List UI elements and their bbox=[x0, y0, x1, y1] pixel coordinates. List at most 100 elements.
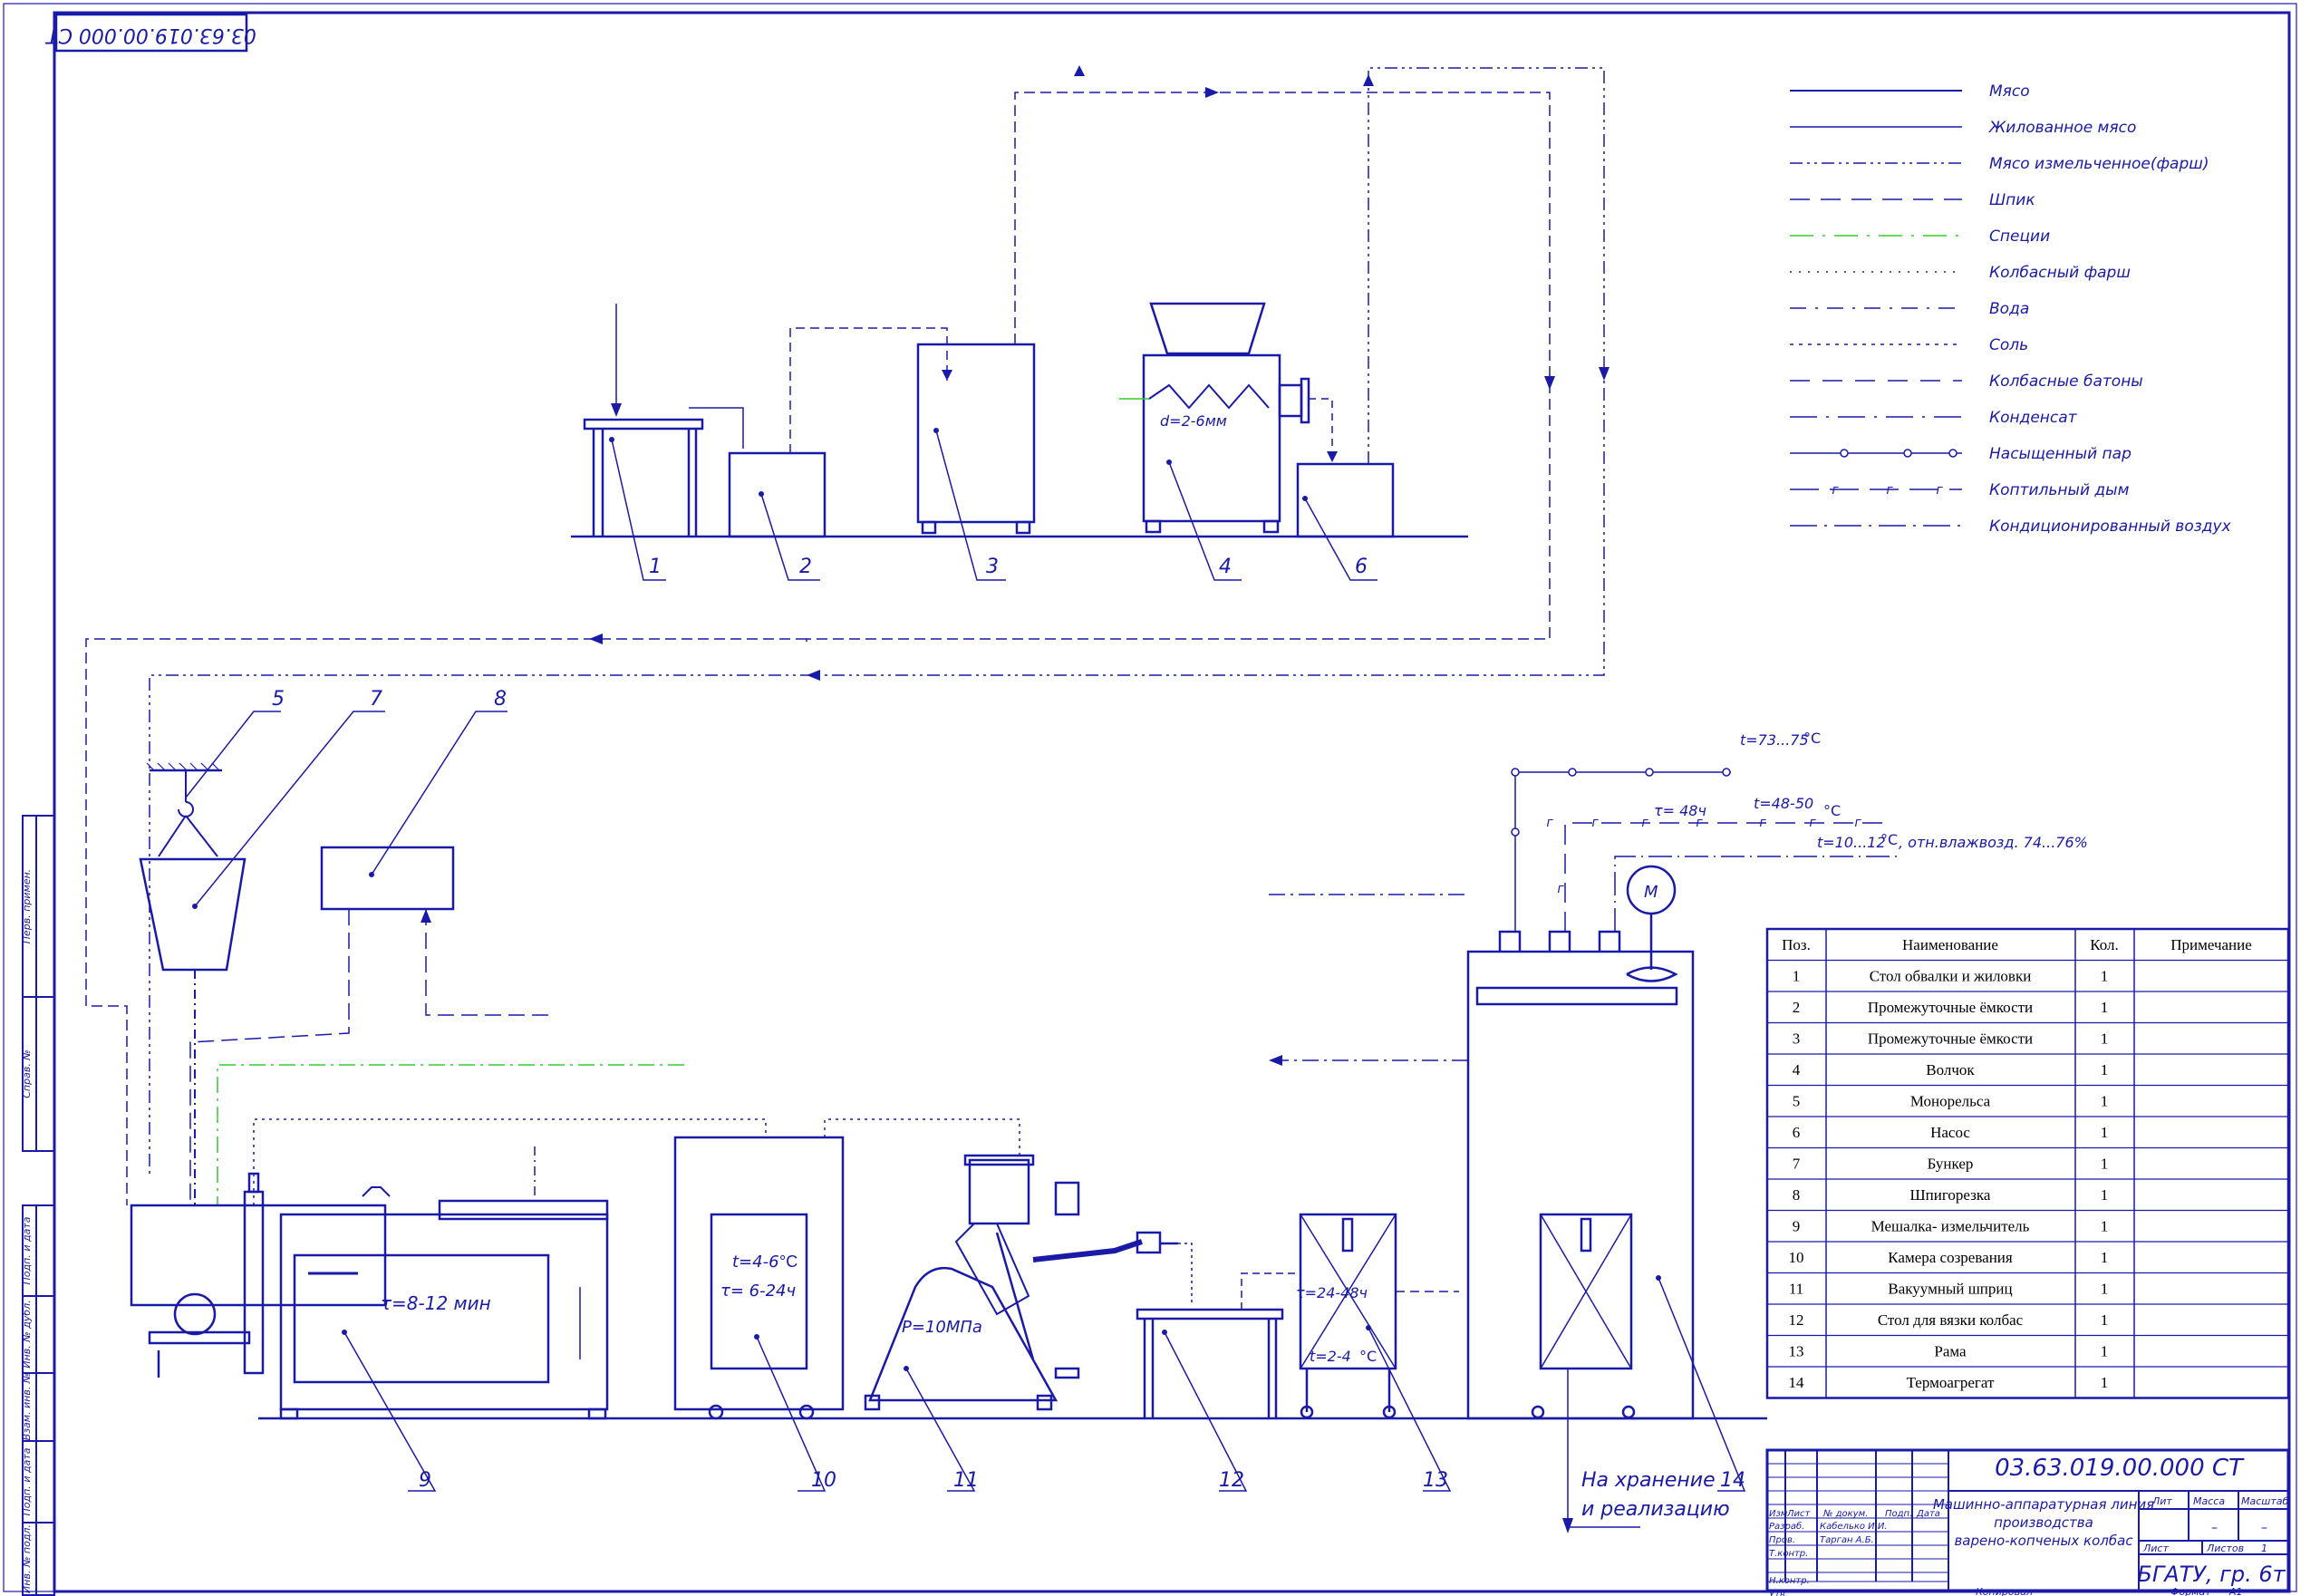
legend-label: Соль bbox=[1989, 336, 2028, 354]
equipment-number-6: 6 bbox=[1355, 556, 1368, 578]
legend: Мясо Жилованное мясо Мясо измельченное(фар… bbox=[1790, 82, 2232, 536]
equipment-number-2: 2 bbox=[799, 556, 812, 578]
grinder-diameter-label: d=2-6мм bbox=[1160, 412, 1227, 430]
legend-label: Насыщенный пар bbox=[1989, 445, 2132, 463]
equipment-number-5: 5 bbox=[272, 688, 285, 711]
intermediate-container-3 bbox=[916, 343, 1036, 535]
title-code: 03.63.019.00.000 СТ bbox=[1995, 1455, 2245, 1482]
spec-table-cell: 8 bbox=[1793, 1186, 1801, 1204]
title-name: Кабелько И.И. bbox=[1820, 1521, 1888, 1532]
spec-table-cell: Бункер bbox=[1928, 1156, 1974, 1173]
title-line-1: Машинно-аппаратурная линия bbox=[1933, 1496, 2154, 1513]
legend-label: Коптильный дым bbox=[1989, 481, 2130, 499]
smoke-gas-mark: г bbox=[1546, 816, 1553, 830]
tying-table bbox=[1136, 1243, 1296, 1418]
spec-table-cell: 1 bbox=[2101, 1030, 2109, 1048]
equipment-number-9: 9 bbox=[419, 1469, 431, 1492]
legend-gas-mark: г bbox=[1886, 483, 1893, 498]
equipment-number-12: 12 bbox=[1219, 1469, 1244, 1492]
spec-table-cell: 1 bbox=[2101, 968, 2109, 985]
spec-table-header: Поз. bbox=[1782, 936, 1811, 953]
title-change-header-cell: Подп. bbox=[1885, 1509, 1912, 1519]
mixer-grinder bbox=[130, 1172, 609, 1420]
legend-label: Кондиционированный воздух bbox=[1989, 517, 2232, 536]
maturation-chamber bbox=[673, 1136, 845, 1420]
spec-table-cell: Камера созревания bbox=[1888, 1249, 2013, 1266]
smoke-temp-label: t=48-50 bbox=[1754, 795, 1813, 812]
spec-table-cell: Монорельса bbox=[1910, 1093, 1991, 1110]
transfer-line-2-3 bbox=[789, 327, 948, 453]
legend-label: Конденсат bbox=[1989, 409, 2078, 427]
title-line-2: производства bbox=[1994, 1514, 2093, 1531]
rack-time-label: τ=24-48ч bbox=[1296, 1284, 1368, 1301]
legend-item: Насыщенный пар bbox=[1790, 445, 2132, 463]
spec-table-cell: 5 bbox=[1793, 1093, 1801, 1110]
legend-item: Соль bbox=[1790, 336, 2028, 354]
legend-steam-dot bbox=[1903, 449, 1912, 458]
format-label: Формат bbox=[2170, 1586, 2211, 1596]
legend-item: Вода bbox=[1790, 300, 2029, 318]
title-massa: Масса bbox=[2193, 1495, 2225, 1507]
legend-item: Шпик bbox=[1790, 191, 2035, 209]
sausage-mince-line-2 bbox=[824, 1118, 1020, 1160]
rack-temp-label: t=2-4 bbox=[1310, 1348, 1351, 1365]
title-massa-value: – bbox=[2211, 1521, 2218, 1535]
rack-temp-unit: °С bbox=[1359, 1348, 1377, 1365]
equipment-number-8: 8 bbox=[494, 688, 507, 711]
title-masshtab-value: – bbox=[2261, 1521, 2267, 1535]
legend-label: Колбасные батоны bbox=[1989, 372, 2143, 391]
smoking-rack bbox=[1299, 1213, 1459, 1419]
air-temp-unit: °С bbox=[1880, 831, 1898, 848]
equipment-number-13: 13 bbox=[1423, 1469, 1448, 1492]
title-masshtab: Масштаб bbox=[2241, 1495, 2288, 1507]
spec-table-header: Кол. bbox=[2090, 936, 2119, 953]
legend-gas-mark: г bbox=[1936, 483, 1943, 498]
fat-slicer bbox=[189, 846, 553, 1205]
title-listov: Листов bbox=[2206, 1543, 2244, 1554]
exhaust-arrow bbox=[1269, 1055, 1282, 1066]
boning-table bbox=[583, 304, 704, 537]
title-role: Утв. bbox=[1769, 1590, 1788, 1596]
side-stamp-label: Справ. № bbox=[21, 1049, 33, 1098]
side-stamp-label: Инв. № дубл. bbox=[21, 1300, 33, 1368]
sausage-mince-line bbox=[253, 1118, 767, 1205]
spec-table-cell: 1 bbox=[2101, 1374, 2109, 1391]
smoke-temp-unit: °С bbox=[1823, 802, 1841, 819]
monorail-hopper bbox=[139, 762, 246, 1205]
steam-temp-label: t=73...75 bbox=[1740, 731, 1809, 749]
smoke-gas-mark: г bbox=[1591, 816, 1599, 830]
legend-item: Колбасный фарш bbox=[1790, 264, 2131, 282]
top-leader-dots bbox=[609, 428, 1308, 501]
side-stamp-label: Взам. инв. № bbox=[21, 1373, 33, 1441]
title-role: Н.контр. bbox=[1769, 1576, 1810, 1586]
side-stamp-label: Инв. № подл. bbox=[21, 1524, 33, 1593]
spec-table-cell: 1 bbox=[2101, 1156, 2109, 1173]
intermediate-container-2 bbox=[689, 407, 826, 538]
title-role: Разраб. bbox=[1769, 1521, 1804, 1532]
rotated-code-stamp: 03.63.019.00.000 СТ bbox=[45, 13, 256, 53]
spec-table-cell: 1 bbox=[1793, 968, 1801, 985]
spec-table-cell: 1 bbox=[2101, 1311, 2109, 1329]
vacuum-syringe bbox=[864, 1154, 1178, 1411]
spec-table-cell: 1 bbox=[2101, 1061, 2109, 1079]
spec-table-cell: Насос bbox=[1930, 1124, 1970, 1141]
process-flow-drawing: 03.63.019.00.000 СТ Перв. примен. Справ. … bbox=[3, 3, 2297, 1596]
spec-table-cell: Шпигорезка bbox=[1910, 1186, 1991, 1204]
title-change-header-cell: Изм bbox=[1769, 1509, 1788, 1519]
spec-table-cell: 1 bbox=[2101, 1124, 2109, 1141]
spec-table-cell: Термоагрегат bbox=[1907, 1374, 1995, 1391]
title-line-3: варено-копченых колбас bbox=[1954, 1533, 2133, 1549]
smoke-gas-mark: г bbox=[1557, 882, 1564, 896]
title-lit: Лит bbox=[2151, 1495, 2172, 1507]
steam-line bbox=[1511, 768, 1731, 932]
spec-table-header: Примечание bbox=[2170, 936, 2252, 953]
legend-item: Мясо измельченное(фарш) bbox=[1790, 155, 2209, 173]
spec-table-cell: 1 bbox=[2101, 1093, 2109, 1110]
maturation-temp-unit: °С bbox=[779, 1253, 798, 1271]
smoke-gas-mark: г bbox=[1759, 816, 1766, 830]
mince-line-pump bbox=[149, 67, 1605, 1178]
spec-table-cell: 10 bbox=[1789, 1249, 1804, 1266]
side-stamp-label: Перв. примен. bbox=[21, 869, 33, 944]
title-role: Пров. bbox=[1769, 1535, 1795, 1545]
air-temp-label: t=10...12 bbox=[1817, 834, 1886, 851]
